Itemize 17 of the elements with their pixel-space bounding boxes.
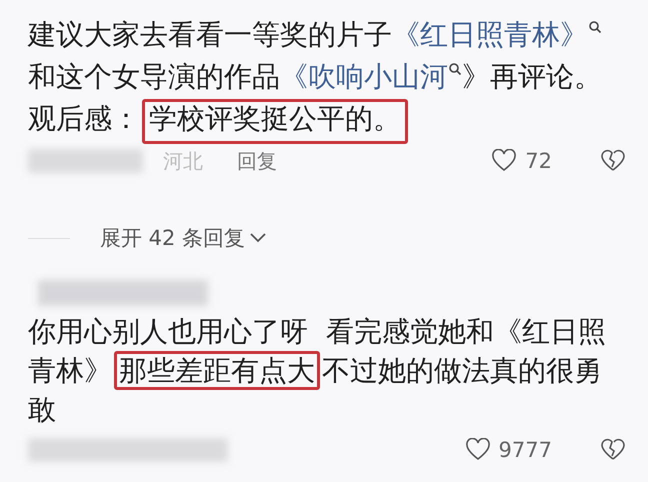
reply-button[interactable]: 回复 (237, 148, 277, 174)
heart-icon[interactable] (491, 149, 518, 173)
title-link[interactable]: 《红日照青林》 (392, 18, 588, 51)
title-link[interactable]: 《吹响小山河 (280, 60, 448, 93)
comment-text: 你用心别人也用心了呀 看完感觉她和《红日照青林》 那些差距有点大 不过她的做法真的很勇敢 (28, 314, 607, 428)
highlighted-text: 学校评奖挺公平的。 (142, 99, 408, 144)
broken-heart-icon[interactable] (600, 438, 626, 462)
broken-heart-icon[interactable] (600, 149, 626, 173)
like-count: 9777 (498, 438, 552, 462)
search-icon[interactable] (588, 20, 602, 34)
highlighted-text: 那些差距有点大 (114, 351, 320, 390)
expand-replies-button[interactable]: 展开 42 条回复 (100, 224, 268, 252)
like-count: 72 (525, 149, 552, 173)
location-text: 河北 (163, 148, 203, 174)
heart-icon[interactable] (464, 438, 491, 462)
search-icon[interactable] (448, 62, 462, 76)
chevron-down-icon (249, 232, 268, 244)
